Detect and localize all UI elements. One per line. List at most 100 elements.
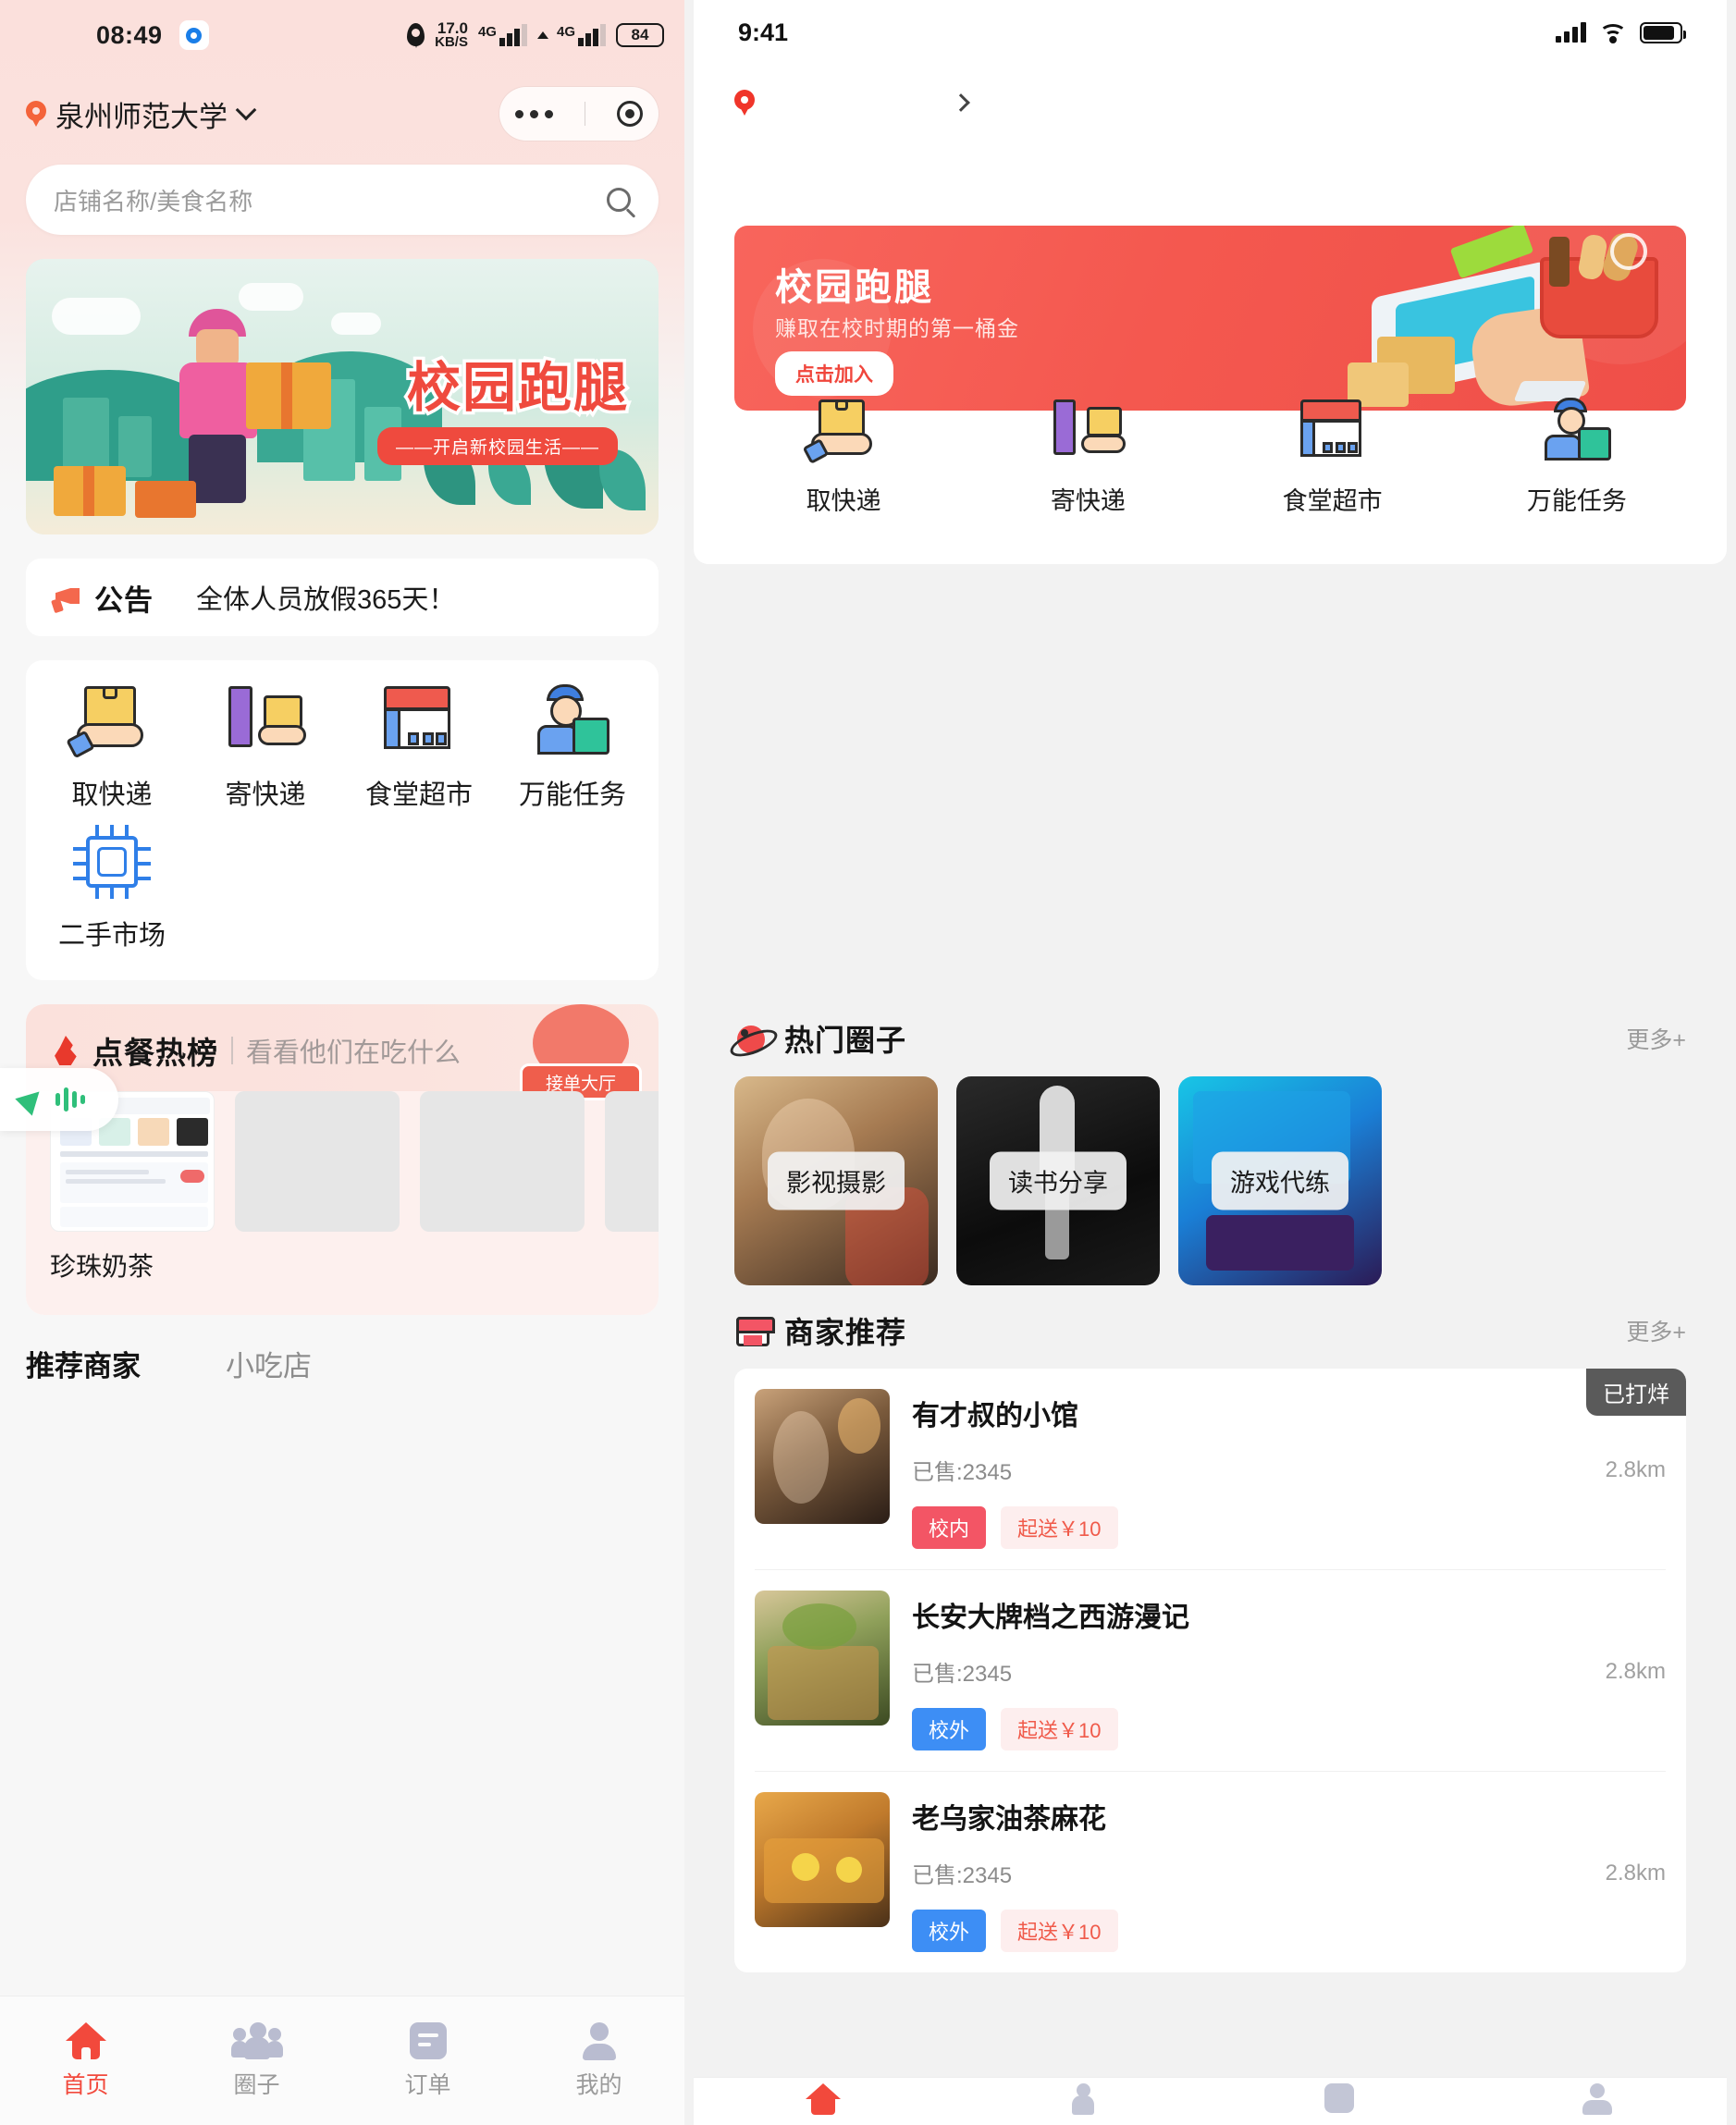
group-icon — [1064, 2083, 1099, 2115]
food-ranking-card: 点餐热榜 看看他们在吃什么 接单大厅 珍珠奶茶 — [26, 1004, 659, 1315]
battery-level: 84 — [631, 25, 649, 43]
circle-card-list: 影视摄影 读书分享 游戏代练 — [734, 1076, 1686, 1285]
search-input[interactable]: 店铺名称/美食名称 — [26, 165, 659, 235]
recommended-tab-snack[interactable]: 小吃店 — [226, 1343, 312, 1384]
merchant-thumbnail — [755, 1389, 890, 1524]
courier-task-icon — [1539, 398, 1615, 468]
service-send-parcel[interactable]: 寄快递 — [966, 398, 1210, 517]
status-time: 08:49 — [96, 20, 163, 49]
hero-join-button[interactable]: 点击加入 — [775, 351, 893, 396]
send-parcel-icon — [223, 684, 308, 762]
more-menu-icon[interactable] — [515, 109, 553, 118]
recommended-title: 推荐商家 — [26, 1350, 141, 1382]
tab-orders[interactable]: 订单 — [342, 2021, 513, 2100]
send-parcel-icon — [1050, 398, 1127, 468]
signal-sim2-icon: 4G — [557, 23, 606, 46]
service-send-parcel[interactable]: 寄快递 — [189, 684, 342, 812]
service-canteen-store[interactable]: 食堂超市 — [1211, 398, 1455, 517]
location-name[interactable]: 泉州师范大学 — [55, 93, 228, 135]
tab-home[interactable]: 首页 — [0, 2021, 171, 2100]
close-target-icon[interactable] — [617, 101, 643, 127]
status-badge: 已打烊 — [1586, 1369, 1686, 1416]
circle-card[interactable]: 游戏代练 — [1178, 1076, 1382, 1285]
ranking-subtitle: 看看他们在吃什么 — [246, 1038, 462, 1068]
circle-card[interactable]: 读书分享 — [956, 1076, 1160, 1285]
hot-circles-section: 热门圈子 更多+ 影视摄影 读书分享 游戏代练 — [734, 993, 1686, 1285]
promo-banner[interactable]: 校园跑腿 ——开启新校园生活—— — [26, 259, 659, 534]
cellular-signal-icon — [1556, 22, 1586, 43]
left-tab-bar: 首页 圈子 订单 我的 — [0, 1996, 684, 2125]
hero-illustration — [1251, 226, 1686, 411]
network-speed: 17.0 KB/S — [435, 20, 468, 49]
screenshot-stage: 08:49 17.0 KB/S 4G 4G 84 泉州师范大学 店铺名称/美食名… — [0, 0, 1736, 2125]
tab-circles[interactable]: 圈子 — [171, 2021, 342, 2100]
service-label: 寄快递 — [225, 780, 306, 810]
service-label: 取快递 — [71, 780, 153, 810]
merchant-area-tag: 校内 — [912, 1506, 987, 1549]
announcement-label: 公告 — [94, 583, 154, 617]
search-placeholder: 店铺名称/美食名称 — [54, 187, 253, 215]
tab-home[interactable] — [694, 2083, 952, 2115]
service-label: 寄快递 — [1050, 487, 1126, 515]
merchant-sold: 已售:2345 — [912, 1662, 1013, 1687]
service-universal-task[interactable]: 万能任务 — [1455, 398, 1699, 517]
service-second-hand[interactable]: 二手市场 — [35, 825, 189, 952]
service-universal-task[interactable]: 万能任务 — [496, 684, 649, 812]
circle-card[interactable]: 影视摄影 — [734, 1076, 938, 1285]
merchant-row[interactable]: 长安大牌档之西游漫记 已售:2345 2.8km 校外 起送￥10 — [734, 1570, 1686, 1771]
banner-title: 校园跑腿 — [403, 355, 630, 422]
location-pin-icon — [734, 90, 755, 116]
more-link[interactable]: 更多+ — [1626, 1314, 1686, 1347]
left-location-bar: 泉州师范大学 — [0, 70, 684, 141]
more-link[interactable]: 更多+ — [1626, 1022, 1686, 1055]
tab-orders[interactable] — [1211, 2083, 1469, 2113]
home-icon — [65, 2021, 106, 2059]
service-take-parcel[interactable]: 取快递 — [721, 398, 966, 517]
sim1-network-type: 4G — [477, 23, 497, 40]
merchant-sold: 已售:2345 — [912, 1460, 1013, 1485]
merchant-name: 有才叔的小馆 — [912, 1401, 1078, 1431]
app-indicator-icon — [179, 20, 209, 50]
profile-icon — [1580, 2083, 1615, 2115]
service-label: 二手市场 — [57, 921, 166, 951]
tab-profile[interactable] — [1469, 2083, 1727, 2115]
tab-circles[interactable] — [952, 2083, 1210, 2115]
merchant-row[interactable]: 有才叔的小馆 已售:2345 2.8km 校内 起送￥10 已打烊 — [734, 1369, 1686, 1569]
merchant-distance: 2.8km — [1605, 1860, 1666, 1885]
right-tab-bar — [694, 2077, 1727, 2125]
ranking-item[interactable] — [420, 1091, 585, 1284]
status-icons: 17.0 KB/S 4G 4G 84 — [407, 20, 664, 49]
merchant-sold: 已售:2345 — [912, 1863, 1013, 1888]
ranking-thumbnail — [420, 1091, 585, 1232]
ranking-body: 珍珠奶茶 — [26, 1091, 659, 1315]
hero-title: 校园跑腿 — [775, 267, 934, 308]
canteen-store-icon — [1295, 398, 1371, 468]
miniprogram-capsule[interactable] — [499, 87, 659, 141]
service-label: 食堂超市 — [1282, 487, 1383, 515]
hero-promo-banner[interactable]: 校园跑腿 赚取在校时期的第一桶金 点击加入 — [734, 226, 1686, 411]
right-phone-screen: 9:41 广西艺术学院 — [684, 0, 1736, 2125]
floating-navigation-widget[interactable] — [0, 1068, 118, 1131]
canteen-store-icon — [376, 684, 462, 762]
tab-profile[interactable]: 我的 — [513, 2021, 684, 2100]
megaphone-icon — [50, 583, 89, 612]
service-canteen-store[interactable]: 食堂超市 — [342, 684, 496, 812]
navigate-arrow-icon — [15, 1083, 48, 1116]
left-phone-screen: 08:49 17.0 KB/S 4G 4G 84 泉州师范大学 店铺名称/美食名… — [0, 0, 684, 2125]
second-hand-market-icon — [69, 825, 154, 903]
ranking-thumbnail — [605, 1091, 659, 1232]
ranking-item[interactable] — [235, 1091, 400, 1284]
ranking-item[interactable] — [605, 1091, 659, 1284]
left-service-grid: 取快递 寄快递 食堂超市 万能任务 二手市场 — [26, 660, 659, 980]
circle-label: 游戏代练 — [1212, 1151, 1348, 1210]
merchant-row[interactable]: 老乌家油茶麻花 已售:2345 2.8km 校外 起送￥10 — [734, 1772, 1686, 1972]
merchant-area-tag: 校外 — [912, 1708, 987, 1750]
service-take-parcel[interactable]: 取快递 — [35, 684, 189, 812]
chevron-down-icon[interactable] — [235, 99, 257, 121]
announcement-bar[interactable]: 公告 全体人员放假365天！ — [26, 559, 659, 636]
merchant-recommend-section: 商家推荐 更多+ 有才叔的小馆 已售:2345 2.8km 校内 起送￥10 已… — [734, 1285, 1686, 1972]
service-label: 取快递 — [806, 487, 881, 515]
search-icon[interactable] — [607, 188, 631, 212]
right-service-grid: 取快递 寄快递 食堂超市 万能任务 — [694, 398, 1727, 517]
left-status-bar: 08:49 17.0 KB/S 4G 4G 84 — [0, 0, 684, 70]
